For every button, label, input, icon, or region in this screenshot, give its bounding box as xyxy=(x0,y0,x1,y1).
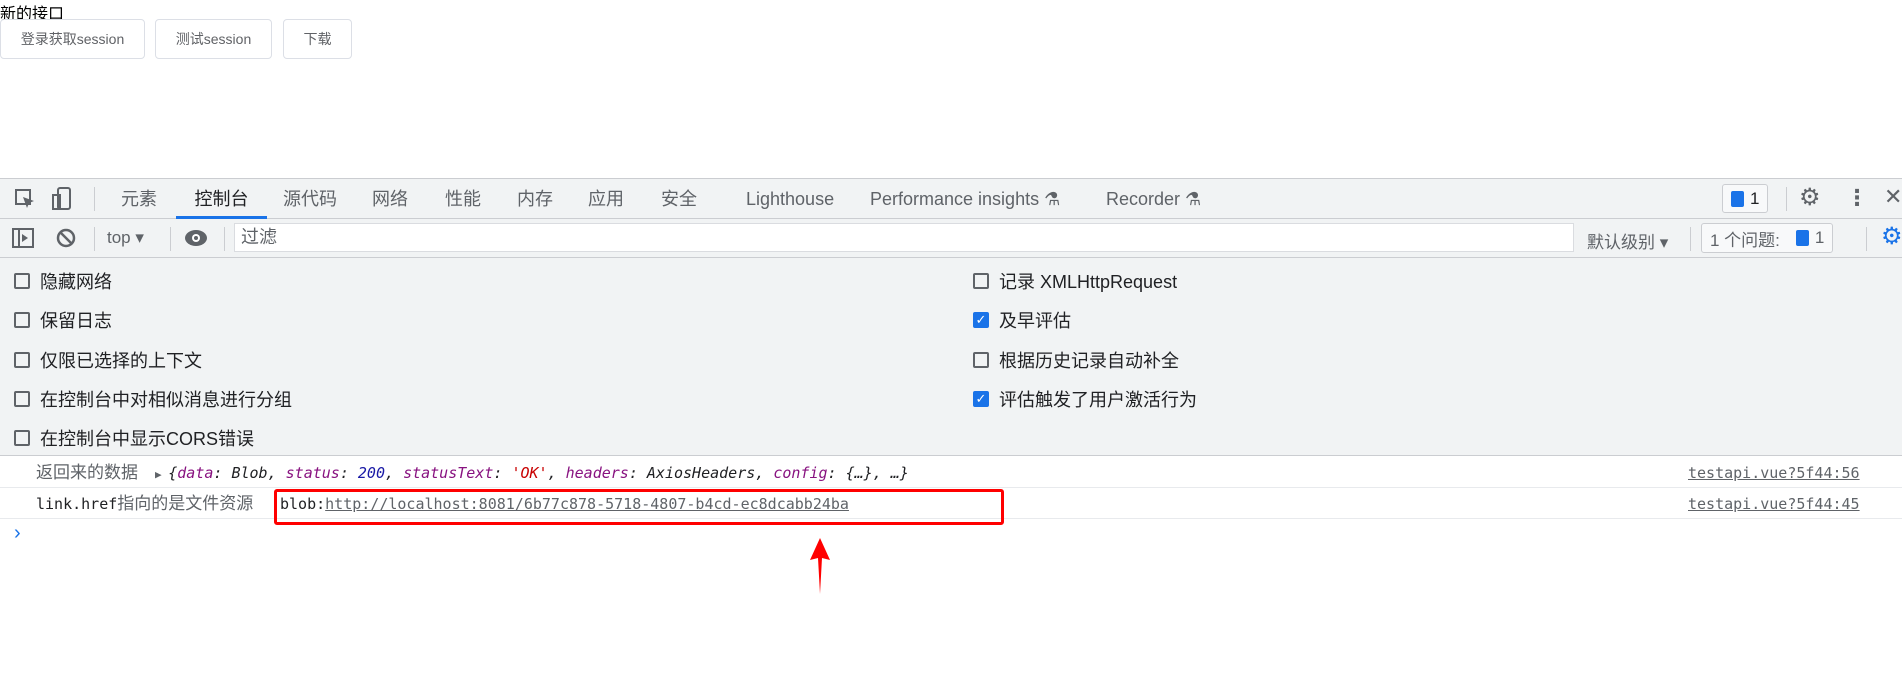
tab-console[interactable]: 控制台 xyxy=(176,179,267,219)
context-selector[interactable]: top ▾ xyxy=(107,228,144,248)
checkbox[interactable] xyxy=(14,352,30,368)
checkbox[interactable] xyxy=(14,273,30,289)
tab-performance-insights[interactable]: Performance insights ⚗ xyxy=(870,179,1060,219)
close-icon[interactable]: ✕ xyxy=(1884,184,1902,210)
checkbox[interactable] xyxy=(973,273,989,289)
setting-option[interactable]: 在控制台中对相似消息进行分组 xyxy=(14,386,292,412)
setting-label: 在控制台中显示CORS错误 xyxy=(40,429,255,449)
expand-triangle-icon[interactable]: ▶ xyxy=(155,468,168,481)
issues-button[interactable]: 1 个问题: 1 xyxy=(1701,223,1834,253)
tab-label: Recorder xyxy=(1106,189,1181,209)
tab-lighthouse[interactable]: Lighthouse xyxy=(746,179,834,219)
setting-label: 及早评估 xyxy=(999,311,1071,331)
issues-count: 1 xyxy=(1814,228,1825,247)
setting-option[interactable]: 根据历史记录自动补全 xyxy=(973,347,1179,373)
setting-label: 仅限已选择的上下文 xyxy=(40,351,202,371)
console-message: 返回来的数据 ▶ {data: Blob, status: 200, statu… xyxy=(0,458,1902,488)
setting-option[interactable]: 在控制台中显示CORS错误 xyxy=(14,425,254,451)
highlight-annotation-box xyxy=(274,489,1004,525)
setting-option[interactable]: 隐藏网络 xyxy=(14,268,112,294)
console-settings-gear-icon[interactable]: ⚙ xyxy=(1881,222,1902,251)
tab-recorder[interactable]: Recorder ⚗ xyxy=(1106,179,1201,219)
setting-option[interactable]: 保留日志 xyxy=(14,307,112,333)
tab-sources[interactable]: 源代码 xyxy=(283,179,337,219)
message-label: link.href指向的是文件资源 xyxy=(36,494,254,513)
setting-label: 根据历史记录自动补全 xyxy=(999,351,1179,371)
tab-label: Performance insights xyxy=(870,189,1040,209)
filter-input[interactable]: 过滤 xyxy=(234,223,1574,252)
context-value: top xyxy=(107,228,131,247)
checkbox[interactable] xyxy=(14,430,30,446)
device-toolbar-icon[interactable] xyxy=(52,187,72,211)
test-session-button[interactable]: 测试session xyxy=(155,19,272,59)
console-settings-panel: 隐藏网络保留日志仅限已选择的上下文在控制台中对相似消息进行分组 在控制台中显示CO… xyxy=(0,258,1902,456)
tab-application[interactable]: 应用 xyxy=(588,179,624,219)
console-prompt[interactable]: › xyxy=(14,522,21,545)
setting-option[interactable]: ✓ 评估触发了用户激活行为 xyxy=(973,386,1197,412)
setting-label: 隐藏网络 xyxy=(40,272,112,292)
sidebar-toggle-icon[interactable] xyxy=(12,228,34,248)
checkbox[interactable]: ✓ xyxy=(973,312,989,328)
tab-performance[interactable]: 性能 xyxy=(445,179,481,219)
issues-count: 1 xyxy=(1750,188,1760,208)
setting-option[interactable]: ✓ 及早评估 xyxy=(973,307,1071,333)
log-level-value: 默认级别 xyxy=(1587,233,1655,252)
issues-label: 1 个问题: xyxy=(1710,230,1780,250)
download-button[interactable]: 下载 xyxy=(283,19,352,59)
experiment-flask-icon: ⚗ xyxy=(1044,189,1061,209)
checkbox[interactable] xyxy=(973,352,989,368)
more-options-icon[interactable]: ⋮ xyxy=(1846,185,1868,211)
object-preview[interactable]: ▶ {data: Blob, status: 200, statusText: … xyxy=(155,458,909,490)
source-link[interactable]: testapi.vue?5f44:56 xyxy=(1688,458,1860,488)
message-icon xyxy=(1731,190,1744,207)
issues-badge[interactable]: 1 xyxy=(1722,184,1769,213)
tab-elements[interactable]: 元素 xyxy=(121,179,157,219)
tab-security[interactable]: 安全 xyxy=(661,179,697,219)
settings-gear-icon[interactable]: ⚙ xyxy=(1799,183,1821,212)
setting-option[interactable]: 仅限已选择的上下文 xyxy=(14,347,202,373)
setting-label: 在控制台中对相似消息进行分组 xyxy=(40,390,292,410)
live-expression-eye-icon[interactable] xyxy=(184,228,208,248)
setting-label: 记录 XMLHttpRequest xyxy=(999,272,1178,292)
login-session-button[interactable]: 登录获取session xyxy=(0,19,145,59)
message-label: 返回来的数据 xyxy=(36,463,138,482)
checkbox[interactable] xyxy=(14,312,30,328)
source-link[interactable]: testapi.vue?5f44:45 xyxy=(1688,489,1860,519)
setting-label: 保留日志 xyxy=(40,311,112,331)
clear-console-icon[interactable] xyxy=(56,228,76,248)
setting-option[interactable]: 记录 XMLHttpRequest xyxy=(973,268,1177,294)
experiment-flask-icon: ⚗ xyxy=(1185,189,1202,209)
message-icon xyxy=(1795,230,1809,246)
tab-network[interactable]: 网络 xyxy=(372,179,408,219)
annotation-arrow-icon xyxy=(810,538,830,594)
tab-memory[interactable]: 内存 xyxy=(517,179,553,219)
checkbox[interactable]: ✓ xyxy=(973,391,989,407)
console-toolbar: top ▾ 过滤 默认级别 ▾ 1 个问题: 1 ⚙ xyxy=(0,219,1902,258)
log-level-dropdown[interactable]: 默认级别 ▾ xyxy=(1587,228,1668,253)
devtools-tab-bar: 元素 控制台 源代码 网络 性能 内存 应用 安全 Lighthouse Per… xyxy=(0,178,1902,219)
setting-label: 评估触发了用户激活行为 xyxy=(999,390,1197,410)
checkbox[interactable] xyxy=(14,391,30,407)
inspect-element-icon[interactable] xyxy=(14,188,36,210)
